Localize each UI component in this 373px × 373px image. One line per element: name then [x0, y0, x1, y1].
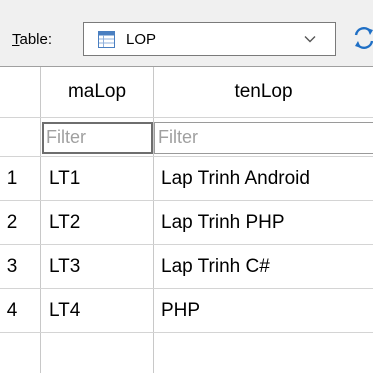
table-label-mnemonic: T [12, 31, 20, 48]
cell-maLop[interactable]: LT4 [49, 289, 80, 333]
column-header-tenLop[interactable]: tenLop [154, 67, 373, 117]
refresh-icon[interactable] [352, 22, 373, 54]
table-select[interactable]: LOP [83, 22, 336, 56]
table-label-text: able: [19, 31, 53, 48]
row-number[interactable]: 4 [0, 289, 24, 333]
grid-divider [0, 117, 373, 118]
cell-tenLop[interactable]: Lap Trinh Android [161, 157, 310, 201]
column-header-maLop[interactable]: maLop [41, 67, 153, 117]
chevron-down-icon[interactable] [303, 32, 317, 46]
cell-maLop[interactable]: LT3 [49, 245, 80, 289]
row-number[interactable]: 3 [0, 245, 24, 289]
table-icon [98, 31, 115, 48]
cell-tenLop[interactable]: Lap Trinh PHP [161, 201, 285, 245]
selected-table-name: LOP [126, 31, 157, 48]
browse-data-window: Table: LOP maLop tenLop Filter Filter 1 … [0, 0, 373, 373]
cell-maLop[interactable]: LT1 [49, 157, 80, 201]
row-number[interactable]: 1 [0, 157, 24, 201]
data-grid: maLop tenLop Filter Filter 1 LT1 Lap Tri… [0, 66, 373, 373]
cell-maLop[interactable]: LT2 [49, 201, 80, 245]
filter-input-maLop[interactable]: Filter [42, 122, 153, 154]
cell-tenLop[interactable]: Lap Trinh C# [161, 245, 270, 289]
table-label: Table: [12, 30, 52, 50]
table-toolbar: Table: LOP [0, 0, 373, 66]
filter-input-tenLop[interactable]: Filter [154, 122, 373, 154]
cell-tenLop[interactable]: PHP [161, 289, 200, 333]
row-number[interactable]: 2 [0, 201, 24, 245]
